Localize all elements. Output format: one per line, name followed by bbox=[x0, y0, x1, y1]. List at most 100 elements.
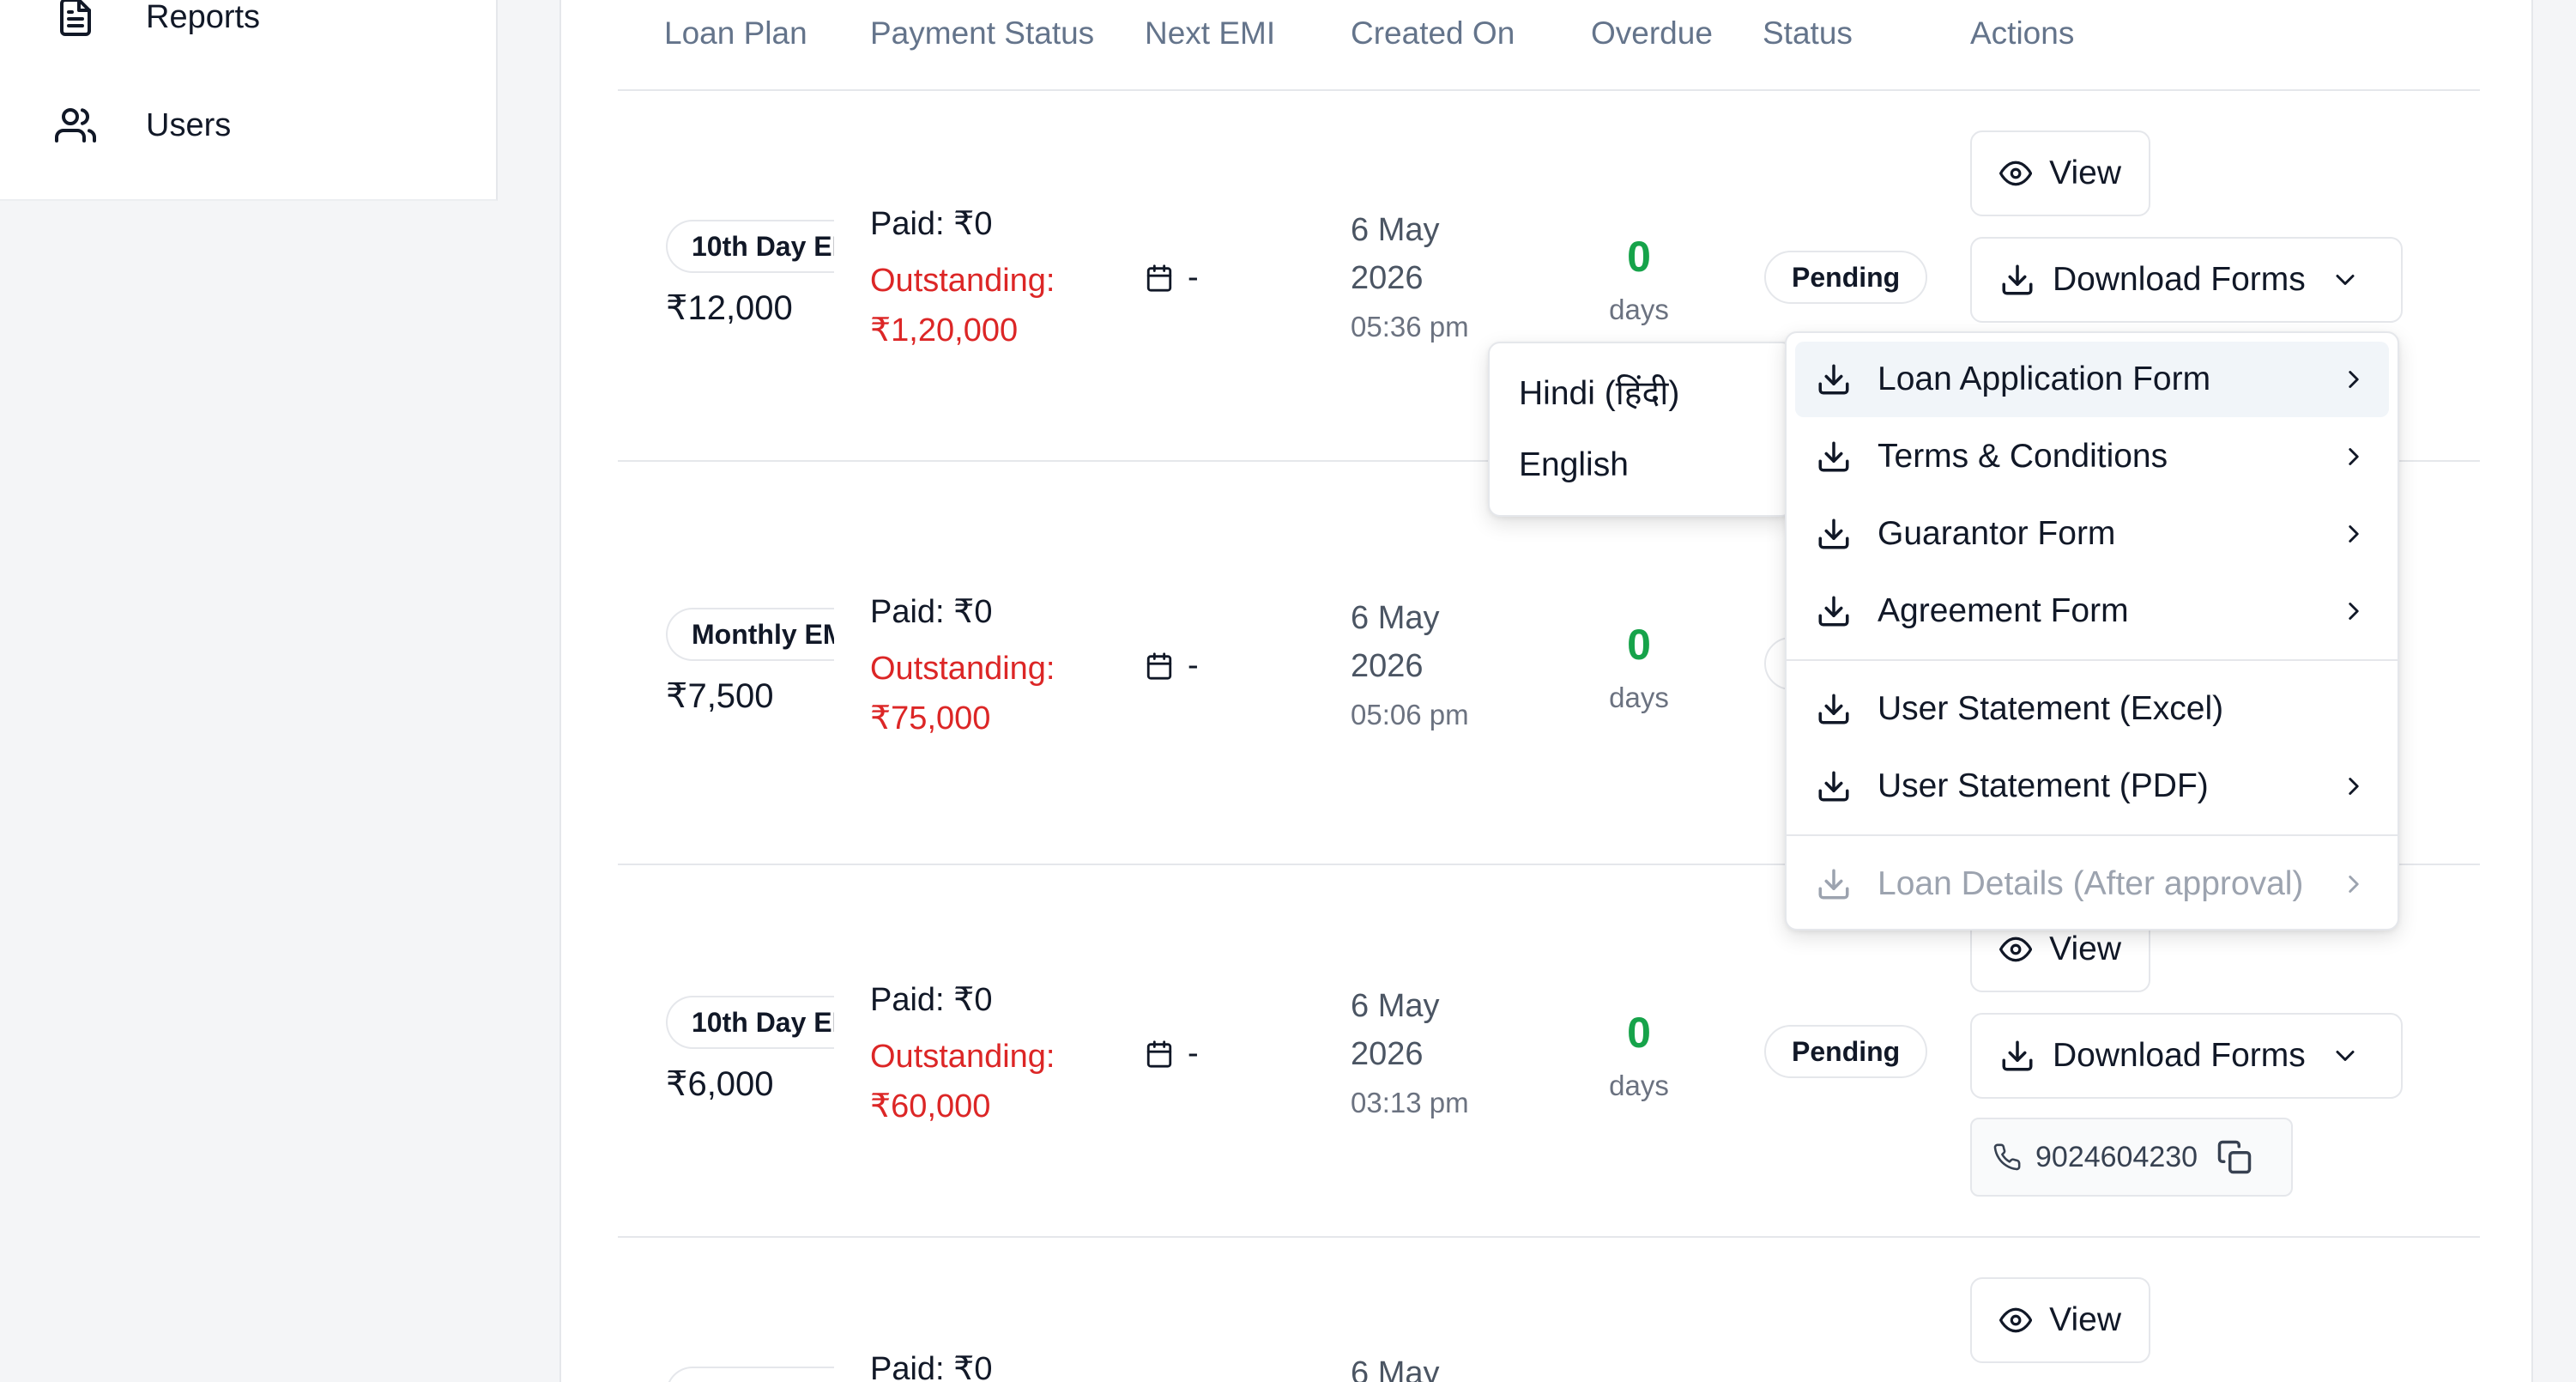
chevron-right-icon bbox=[2339, 519, 2368, 549]
paid-amount: Paid: ₹0 bbox=[870, 1351, 993, 1382]
sidebar-item-label: Users bbox=[146, 106, 232, 143]
paid-amount: Paid: ₹0 bbox=[870, 982, 993, 1018]
download-icon bbox=[1816, 866, 1852, 902]
menu-item-loan-application-form[interactable]: Loan Application Form bbox=[1795, 342, 2389, 417]
created-year: 2026 bbox=[1351, 648, 1424, 684]
created-year: 2026 bbox=[1351, 1036, 1424, 1072]
view-button[interactable]: View bbox=[1970, 1277, 2150, 1363]
created-date: 6 May bbox=[1351, 212, 1440, 248]
menu-item-label: User Statement (Excel) bbox=[1878, 690, 2224, 727]
outstanding-amount: ₹75,000 bbox=[870, 700, 991, 736]
next-emi-value: - bbox=[1188, 259, 1199, 295]
menu-item-hindi[interactable]: Hindi (हिंदी) bbox=[1519, 369, 1679, 415]
chevron-right-icon bbox=[2339, 365, 2368, 394]
next-emi: - bbox=[1145, 647, 1199, 684]
calendar-icon bbox=[1145, 1040, 1174, 1069]
status-badge: Pending bbox=[1764, 1025, 1928, 1078]
paid-amount: Paid: ₹0 bbox=[870, 206, 993, 242]
menu-item-label: Loan Application Form bbox=[1878, 361, 2211, 397]
created-year: 2026 bbox=[1351, 260, 1424, 296]
view-button-label: View bbox=[2049, 930, 2121, 967]
download-icon bbox=[1999, 262, 2035, 298]
menu-item-guarantor-form[interactable]: Guarantor Form bbox=[1795, 496, 2389, 572]
column-header-actions: Actions bbox=[1970, 15, 2075, 51]
sidebar-item-label: Reports bbox=[146, 0, 261, 35]
overdue-count: 0 bbox=[1627, 233, 1651, 281]
sidebar: Reports Users bbox=[0, 0, 498, 201]
loan-amount: ₹7,500 bbox=[666, 677, 774, 715]
loan-amount: ₹12,000 bbox=[666, 289, 793, 327]
column-header-payment-status: Payment Status bbox=[870, 15, 1095, 51]
created-date: 6 May bbox=[1351, 600, 1440, 636]
loan-amount: ₹6,000 bbox=[666, 1065, 774, 1103]
chevron-right-icon bbox=[2339, 442, 2368, 471]
phone-number: 9024604230 bbox=[2035, 1140, 2198, 1173]
file-text-icon bbox=[55, 0, 96, 38]
download-forms-label: Download Forms bbox=[2053, 261, 2306, 298]
download-forms-label: Download Forms bbox=[2053, 1037, 2306, 1074]
eye-icon bbox=[1999, 155, 2032, 191]
column-header-created-on: Created On bbox=[1351, 15, 1515, 51]
menu-item-agreement-form[interactable]: Agreement Form bbox=[1795, 573, 2389, 649]
chevron-right-icon bbox=[2339, 597, 2368, 626]
calendar-icon bbox=[1145, 652, 1174, 681]
divider bbox=[618, 89, 2480, 91]
sidebar-item-reports[interactable]: Reports bbox=[55, 0, 260, 38]
column-header-loan-plan: Loan Plan bbox=[664, 15, 807, 51]
menu-item-user-statement-excel[interactable]: User Statement (Excel) bbox=[1795, 671, 2389, 747]
download-icon bbox=[1816, 361, 1852, 397]
download-icon bbox=[1816, 516, 1852, 552]
menu-item-label: Loan Details (After approval) bbox=[1878, 865, 2304, 902]
view-button-label: View bbox=[2049, 1301, 2121, 1338]
status-badge: Pending bbox=[1764, 251, 1928, 304]
phone-chip: 9024604230 bbox=[1970, 1118, 2293, 1197]
overdue-unit: days bbox=[1609, 1070, 1669, 1101]
eye-icon bbox=[1999, 931, 2032, 967]
calendar-icon bbox=[1145, 264, 1174, 293]
download-icon bbox=[1816, 593, 1852, 629]
loan-plan-badge: Monthly EMI bbox=[666, 608, 834, 661]
menu-item-loan-details: Loan Details (After approval) bbox=[1795, 846, 2389, 922]
created-date: 6 May bbox=[1351, 1355, 1440, 1382]
next-emi-value: - bbox=[1188, 1035, 1199, 1071]
menu-item-user-statement-pdf[interactable]: User Statement (PDF) bbox=[1795, 749, 2389, 824]
outstanding-amount: ₹60,000 bbox=[870, 1088, 991, 1124]
loan-plan-badge: 10th Day EMI bbox=[666, 996, 834, 1049]
download-icon bbox=[1816, 691, 1852, 727]
language-submenu: Hindi (हिंदी) English bbox=[1488, 342, 1793, 517]
menu-item-label: Guarantor Form bbox=[1878, 515, 2116, 552]
copy-icon[interactable] bbox=[2216, 1139, 2252, 1175]
outstanding-label: Outstanding: bbox=[870, 263, 1055, 299]
chevron-right-icon bbox=[2339, 870, 2368, 899]
menu-item-english[interactable]: English bbox=[1519, 446, 1629, 484]
overdue-unit: days bbox=[1609, 682, 1669, 713]
view-button-label: View bbox=[2049, 155, 2121, 191]
menu-separator bbox=[1787, 659, 2398, 661]
chevron-right-icon bbox=[2339, 772, 2368, 801]
created-date: 6 May bbox=[1351, 988, 1440, 1024]
overdue-count: 0 bbox=[1627, 1009, 1651, 1057]
download-forms-button[interactable]: Download Forms bbox=[1970, 237, 2403, 323]
download-forms-menu: Loan Application Form Terms & Conditions… bbox=[1785, 331, 2399, 930]
download-icon bbox=[1816, 439, 1852, 475]
view-button[interactable]: View bbox=[1970, 130, 2150, 216]
menu-item-label: Terms & Conditions bbox=[1878, 438, 2168, 475]
menu-item-terms-conditions[interactable]: Terms & Conditions bbox=[1795, 419, 2389, 494]
eye-icon bbox=[1999, 1302, 2032, 1338]
chevron-down-icon bbox=[2330, 1040, 2361, 1071]
sidebar-item-users[interactable]: Users bbox=[55, 105, 231, 146]
paid-amount: Paid: ₹0 bbox=[870, 594, 993, 630]
chevron-down-icon bbox=[2330, 264, 2361, 295]
outstanding-label: Outstanding: bbox=[870, 1039, 1055, 1075]
created-time: 05:06 pm bbox=[1351, 699, 1469, 730]
outstanding-amount: ₹1,20,000 bbox=[870, 312, 1019, 349]
menu-item-label: User Statement (PDF) bbox=[1878, 767, 2209, 804]
overdue-count: 0 bbox=[1627, 621, 1651, 669]
download-forms-button[interactable]: Download Forms bbox=[1970, 1013, 2403, 1099]
download-icon bbox=[1999, 1038, 2035, 1074]
download-icon bbox=[1816, 768, 1852, 804]
loan-plan-badge bbox=[666, 1367, 834, 1382]
column-header-overdue: Overdue bbox=[1591, 15, 1713, 51]
outstanding-label: Outstanding: bbox=[870, 651, 1055, 687]
loan-plan-badge: 10th Day EMI bbox=[666, 220, 834, 273]
